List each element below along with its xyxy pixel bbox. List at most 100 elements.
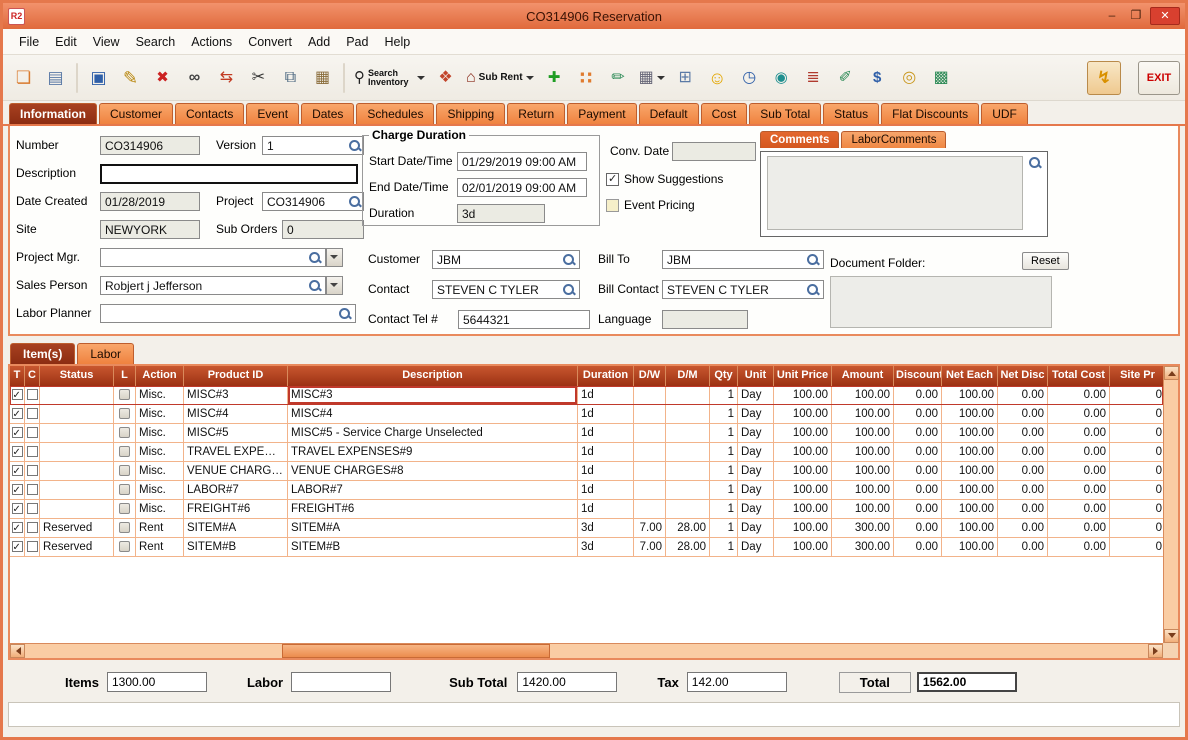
tab-status[interactable]: Status bbox=[823, 103, 879, 124]
end-datetime-field[interactable] bbox=[457, 178, 587, 197]
cell-dm[interactable] bbox=[666, 462, 710, 481]
cell-dw[interactable] bbox=[634, 500, 666, 519]
cell-action[interactable]: Misc. bbox=[136, 386, 184, 405]
confirm-checkbox[interactable] bbox=[27, 389, 38, 400]
tab-dates[interactable]: Dates bbox=[301, 103, 354, 124]
cell-duration[interactable]: 1d bbox=[578, 424, 634, 443]
cell-dm[interactable] bbox=[666, 500, 710, 519]
cell-unit-price[interactable]: 100.00 bbox=[774, 500, 832, 519]
cell-l[interactable] bbox=[114, 481, 136, 500]
cell-amount[interactable]: 100.00 bbox=[832, 500, 894, 519]
column-header[interactable]: Discount bbox=[894, 366, 942, 386]
cell-net-each[interactable]: 100.00 bbox=[942, 519, 998, 538]
cell-product-id[interactable]: MISC#4 bbox=[184, 405, 288, 424]
cell-tag[interactable] bbox=[10, 481, 25, 500]
cell-tag[interactable] bbox=[10, 538, 25, 557]
cell-dm[interactable]: 28.00 bbox=[666, 538, 710, 557]
cell-amount[interactable]: 100.00 bbox=[832, 386, 894, 405]
l-checkbox[interactable] bbox=[119, 427, 130, 438]
cell-unit[interactable]: Day bbox=[738, 500, 774, 519]
tag-checkbox[interactable] bbox=[12, 465, 23, 476]
tab-comments[interactable]: Comments bbox=[760, 131, 839, 148]
cell-qty[interactable]: 1 bbox=[710, 405, 738, 424]
site-field[interactable] bbox=[100, 220, 200, 239]
table-row[interactable]: Misc. LABOR#7 LABOR#7 1d 1 Day 100.00 10… bbox=[10, 481, 1163, 500]
cell-tag[interactable] bbox=[10, 405, 25, 424]
cell-confirm[interactable] bbox=[25, 500, 40, 519]
tab-payment[interactable]: Payment bbox=[567, 103, 636, 124]
cell-duration[interactable]: 1d bbox=[578, 386, 634, 405]
cell-description[interactable]: SITEM#B bbox=[288, 538, 578, 557]
cell-confirm[interactable] bbox=[25, 481, 40, 500]
tab-return[interactable]: Return bbox=[507, 103, 565, 124]
cell-status[interactable] bbox=[40, 481, 114, 500]
cell-confirm[interactable] bbox=[25, 538, 40, 557]
table-row[interactable]: Reserved Rent SITEM#A SITEM#A 3d 7.00 28… bbox=[10, 519, 1163, 538]
new-document-button[interactable]: ❏ bbox=[8, 61, 39, 95]
cell-site-price[interactable]: 0 bbox=[1110, 462, 1163, 481]
confirm-checkbox[interactable] bbox=[27, 446, 38, 457]
confirm-checkbox[interactable] bbox=[27, 541, 38, 552]
toolbar-separator[interactable] bbox=[343, 63, 345, 93]
add-button[interactable]: ✚ bbox=[539, 61, 570, 95]
search-icon[interactable] bbox=[308, 251, 322, 265]
coins-button[interactable]: ◎ bbox=[894, 61, 925, 95]
cell-dw[interactable] bbox=[634, 424, 666, 443]
cell-dw[interactable] bbox=[634, 443, 666, 462]
cell-discount[interactable]: 0.00 bbox=[894, 519, 942, 538]
column-header[interactable]: Status bbox=[40, 366, 114, 386]
cell-total-cost[interactable]: 0.00 bbox=[1048, 462, 1110, 481]
cell-amount[interactable]: 100.00 bbox=[832, 443, 894, 462]
table-row[interactable]: Misc. TRAVEL EXPENSES#9 TRAVEL EXPENSES#… bbox=[10, 443, 1163, 462]
cell-site-price[interactable]: 0 bbox=[1110, 538, 1163, 557]
delete-button[interactable]: ✖ bbox=[147, 61, 178, 95]
column-header[interactable]: Total Cost bbox=[1048, 366, 1110, 386]
cell-qty[interactable]: 1 bbox=[710, 443, 738, 462]
colors-button[interactable]: ❖ bbox=[430, 61, 461, 95]
cell-l[interactable] bbox=[114, 462, 136, 481]
cell-action[interactable]: Misc. bbox=[136, 405, 184, 424]
l-checkbox[interactable] bbox=[119, 522, 130, 533]
cell-description[interactable]: FREIGHT#6 bbox=[288, 500, 578, 519]
document-folder-box[interactable] bbox=[830, 276, 1052, 328]
cell-product-id[interactable]: VENUE CHARGES#8 bbox=[184, 462, 288, 481]
cell-site-price[interactable]: 0 bbox=[1110, 443, 1163, 462]
cell-total-cost[interactable]: 0.00 bbox=[1048, 500, 1110, 519]
flash-button[interactable]: ↯ bbox=[1087, 61, 1121, 95]
cell-dw[interactable] bbox=[634, 462, 666, 481]
cell-amount[interactable]: 100.00 bbox=[832, 481, 894, 500]
exit-button[interactable]: EXIT bbox=[1138, 61, 1180, 95]
sub-orders-field[interactable] bbox=[282, 220, 364, 239]
cell-dw[interactable]: 7.00 bbox=[634, 538, 666, 557]
event-pricing-checkbox[interactable] bbox=[606, 199, 619, 212]
scrollbar-thumb[interactable] bbox=[282, 644, 550, 658]
date-created-field[interactable] bbox=[100, 192, 200, 211]
column-header[interactable]: Description bbox=[288, 366, 578, 386]
copy-button[interactable]: ⧉ bbox=[275, 61, 306, 95]
cell-discount[interactable]: 0.00 bbox=[894, 481, 942, 500]
cell-unit-price[interactable]: 100.00 bbox=[774, 443, 832, 462]
cell-status[interactable] bbox=[40, 424, 114, 443]
cell-amount[interactable]: 300.00 bbox=[832, 538, 894, 557]
paste-button[interactable]: ▦ bbox=[307, 61, 338, 95]
cell-qty[interactable]: 1 bbox=[710, 519, 738, 538]
cell-l[interactable] bbox=[114, 519, 136, 538]
cell-net-each[interactable]: 100.00 bbox=[942, 500, 998, 519]
cell-qty[interactable]: 1 bbox=[710, 538, 738, 557]
l-checkbox[interactable] bbox=[119, 446, 130, 457]
table-row[interactable]: Misc. VENUE CHARGES#8 VENUE CHARGES#8 1d… bbox=[10, 462, 1163, 481]
cell-amount[interactable]: 100.00 bbox=[832, 424, 894, 443]
cell-unit[interactable]: Day bbox=[738, 443, 774, 462]
labor-total-field[interactable] bbox=[291, 672, 391, 692]
menu-edit[interactable]: Edit bbox=[47, 32, 85, 52]
cell-product-id[interactable]: TRAVEL EXPENSES#9 bbox=[184, 443, 288, 462]
tag-checkbox[interactable] bbox=[12, 484, 23, 495]
column-header[interactable]: T bbox=[10, 366, 25, 386]
cell-status[interactable] bbox=[40, 462, 114, 481]
cell-status[interactable] bbox=[40, 443, 114, 462]
vertical-scrollbar[interactable] bbox=[1163, 366, 1178, 643]
cell-status[interactable] bbox=[40, 405, 114, 424]
description-field[interactable] bbox=[100, 164, 358, 184]
search-icon[interactable] bbox=[562, 283, 576, 297]
disk-button[interactable]: ◉ bbox=[766, 61, 797, 95]
